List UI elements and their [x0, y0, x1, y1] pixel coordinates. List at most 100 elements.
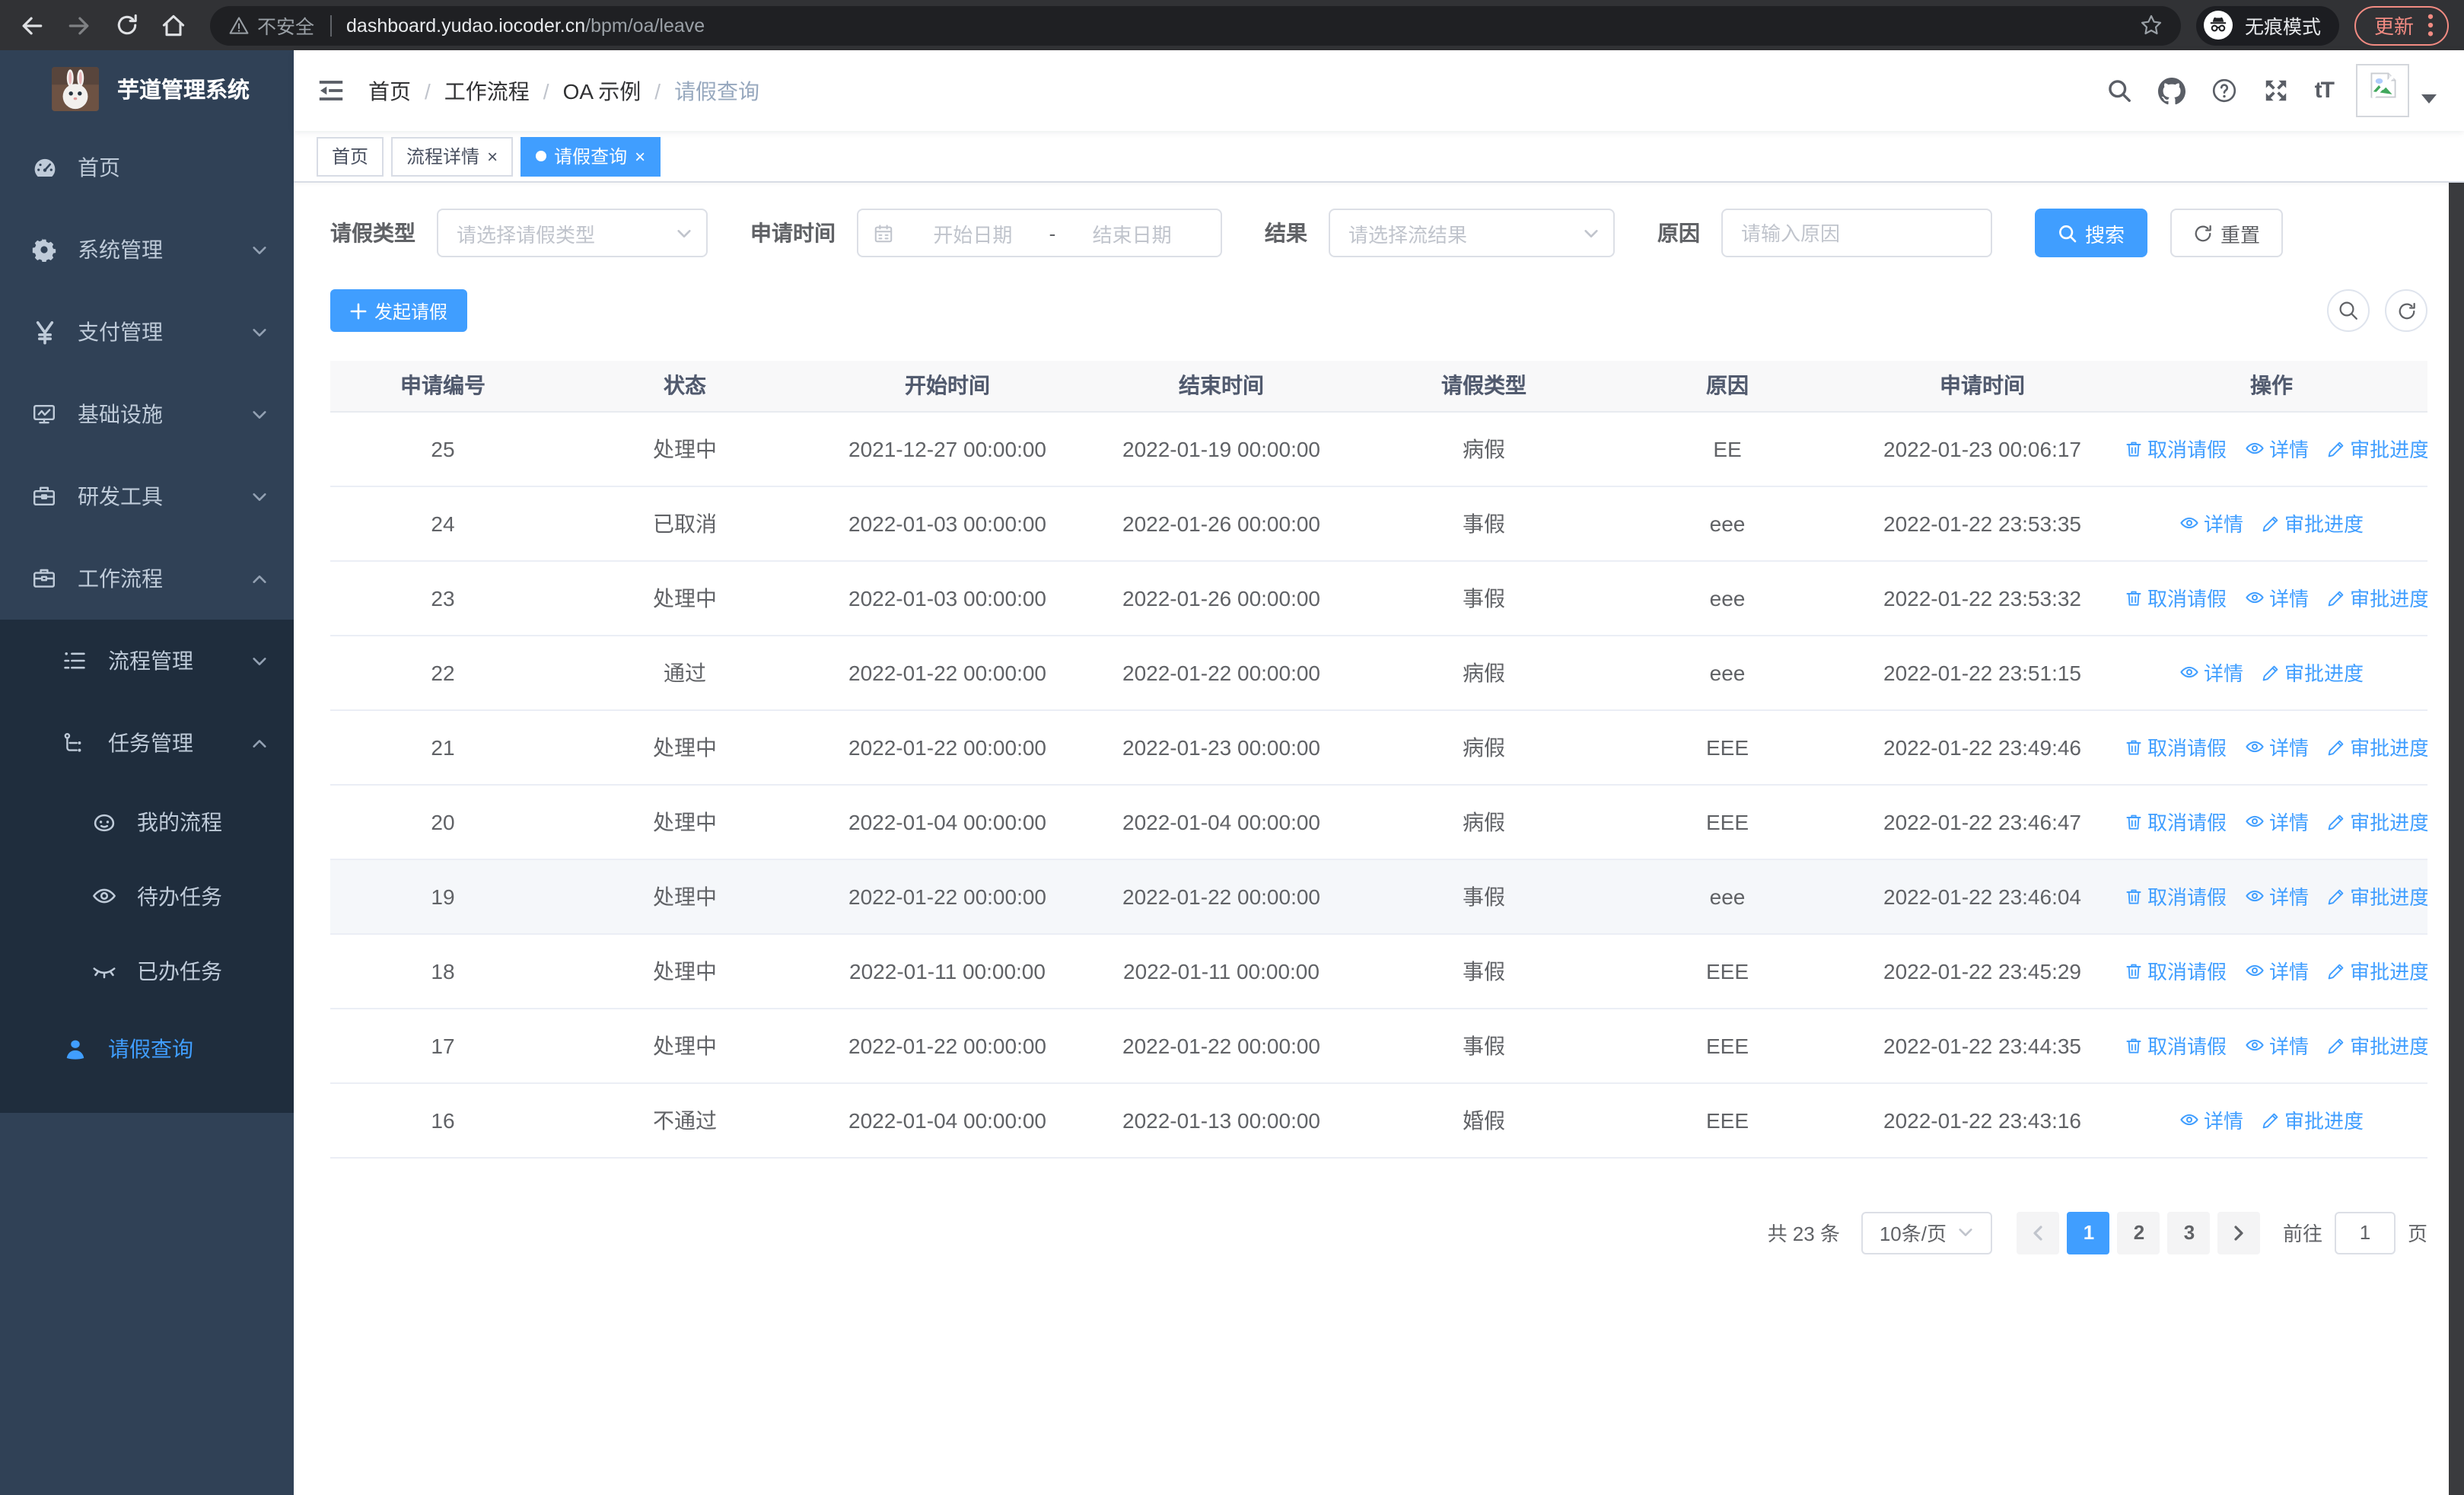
sidebar-item-payment[interactable]: 支付管理 [0, 291, 294, 373]
sidebar-item-workflow[interactable]: 工作流程 [0, 537, 294, 620]
sidebar-item-devtools[interactable]: 研发工具 [0, 455, 294, 537]
search-icon[interactable] [2106, 78, 2132, 104]
close-icon[interactable]: × [635, 147, 645, 165]
cancel-leave-link[interactable]: 取消请假 [2125, 584, 2227, 613]
chevron-down-icon[interactable] [2421, 94, 2437, 103]
prev-page-button[interactable] [2017, 1211, 2060, 1254]
cancel-leave-link[interactable]: 取消请假 [2125, 808, 2227, 837]
address-bar[interactable]: 不安全 dashboard.yudao.iocoder.cn/bpm/oa/le… [210, 5, 2181, 45]
chevron-right-icon [2230, 1223, 2249, 1242]
detail-link[interactable]: 详情 [2179, 508, 2243, 537]
approval-progress-link[interactable]: 审批进度 [2327, 882, 2427, 911]
font-size-icon[interactable]: tT [2315, 78, 2335, 104]
detail-link[interactable]: 详情 [2245, 1031, 2309, 1060]
insecure-label[interactable]: 不安全 [257, 11, 314, 40]
approval-progress-link[interactable]: 审批进度 [2327, 584, 2427, 613]
bookmark-star-icon[interactable] [2140, 14, 2163, 37]
warning-icon [228, 14, 250, 36]
cancel-leave-link-label: 取消请假 [2147, 737, 2227, 760]
detail-link[interactable]: 详情 [2245, 434, 2309, 463]
detail-link[interactable]: 详情 [2179, 1105, 2243, 1134]
cell-reason: EE [1606, 411, 1849, 486]
approval-progress-link[interactable]: 审批进度 [2327, 733, 2427, 762]
cell-status: 处理中 [556, 933, 814, 1009]
sidebar-item-task-mgmt[interactable]: 任务管理 [0, 702, 294, 784]
browser-update-menu[interactable]: 更新 [2354, 5, 2449, 45]
page-size-select[interactable]: 10条/页 [1861, 1211, 1992, 1254]
apply-time-range-picker[interactable]: 开始日期 - 结束日期 [857, 209, 1222, 257]
sidebar-item-label: 我的流程 [137, 809, 222, 834]
sidebar-item-leave-query[interactable]: 请假查询 [0, 1008, 294, 1090]
approval-progress-link[interactable]: 审批进度 [2262, 658, 2364, 687]
cell-end: 2022-01-04 00:00:00 [1081, 784, 1362, 859]
avatar[interactable] [2356, 64, 2409, 117]
breadcrumb-item[interactable]: 首页 [368, 75, 411, 106]
cancel-leave-link-label: 取消请假 [2147, 811, 2227, 835]
toggle-search-button[interactable] [2327, 289, 2370, 332]
cell-status: 处理中 [556, 784, 814, 859]
approval-progress-link[interactable]: 审批进度 [2262, 1106, 2364, 1135]
approval-progress-link[interactable]: 审批进度 [2327, 435, 2427, 464]
pagination: 共 23 条 10条/页 123 前往 页 [330, 1211, 2427, 1254]
cell-end: 2022-01-11 00:00:00 [1081, 933, 1362, 1009]
breadcrumb-item[interactable]: 工作流程 [444, 75, 530, 106]
detail-link[interactable]: 详情 [2245, 807, 2309, 836]
collapse-sidebar-icon[interactable] [317, 76, 345, 105]
reason-input[interactable] [1721, 209, 1992, 257]
refresh-table-button[interactable] [2385, 289, 2427, 332]
sidebar-item-infra[interactable]: 基础设施 [0, 373, 294, 455]
approval-progress-link[interactable]: 审批进度 [2327, 808, 2427, 837]
detail-link[interactable]: 详情 [2245, 583, 2309, 612]
cancel-leave-link[interactable]: 取消请假 [2125, 882, 2227, 911]
approval-progress-link[interactable]: 审批进度 [2327, 1031, 2427, 1060]
cancel-leave-link-label: 取消请假 [2147, 588, 2227, 611]
workflow-case-icon [30, 566, 58, 591]
reset-button[interactable]: 重置 [2170, 209, 2284, 257]
result-select[interactable]: 请选择流结果 [1329, 209, 1615, 257]
breadcrumb-item[interactable]: OA 示例 [563, 75, 641, 106]
detail-link[interactable]: 详情 [2179, 658, 2243, 687]
goto-page-input[interactable] [2334, 1211, 2396, 1254]
sidebar-item-my-process[interactable]: 我的流程 [0, 784, 294, 859]
browser-back-icon[interactable] [12, 5, 52, 45]
next-page-button[interactable] [2217, 1211, 2261, 1254]
browser-menu-icon[interactable] [2427, 14, 2434, 37]
page-button-1[interactable]: 1 [2067, 1211, 2110, 1254]
cell-id: 21 [330, 709, 556, 785]
sidebar-item-system[interactable]: 系统管理 [0, 209, 294, 291]
tab-process-detail[interactable]: 流程详情 × [391, 136, 514, 176]
leave-type-select[interactable]: 请选择请假类型 [437, 209, 708, 257]
cancel-leave-link[interactable]: 取消请假 [2125, 957, 2227, 986]
sidebar-item-todo-tasks[interactable]: 待办任务 [0, 859, 294, 933]
github-icon[interactable] [2157, 77, 2185, 104]
browser-forward-icon[interactable] [59, 5, 99, 45]
approval-progress-link[interactable]: 审批进度 [2262, 509, 2364, 538]
sidebar-item-process-mgmt[interactable]: 流程管理 [0, 620, 294, 702]
sidebar-item-home[interactable]: 首页 [0, 126, 294, 209]
fullscreen-icon[interactable] [2263, 78, 2289, 104]
sidebar-item-done-tasks[interactable]: 已办任务 [0, 933, 294, 1008]
page-button-2[interactable]: 2 [2117, 1211, 2160, 1254]
cancel-leave-link[interactable]: 取消请假 [2125, 435, 2227, 464]
help-icon[interactable] [2211, 78, 2237, 104]
gear-icon [30, 237, 58, 262]
yen-icon [30, 319, 58, 345]
create-leave-button[interactable]: 发起请假 [330, 289, 468, 332]
chevron-down-icon [1957, 1224, 1974, 1241]
cancel-leave-link[interactable]: 取消请假 [2125, 1031, 2227, 1060]
tab-leave-query[interactable]: 请假查询 × [520, 136, 661, 176]
sidebar-item-label: 首页 [78, 155, 120, 180]
page-button-3[interactable]: 3 [2167, 1211, 2211, 1254]
detail-link[interactable]: 详情 [2245, 956, 2309, 985]
search-button[interactable]: 搜索 [2035, 209, 2148, 257]
update-label[interactable]: 更新 [2374, 11, 2414, 40]
tab-home[interactable]: 首页 [317, 136, 384, 176]
close-icon[interactable]: × [487, 147, 498, 165]
approval-progress-link[interactable]: 审批进度 [2327, 957, 2427, 986]
detail-link[interactable]: 详情 [2245, 732, 2309, 761]
window-scrollbar[interactable] [2449, 50, 2464, 1495]
detail-link[interactable]: 详情 [2245, 881, 2309, 910]
browser-home-icon[interactable] [154, 5, 193, 45]
cancel-leave-link[interactable]: 取消请假 [2125, 733, 2227, 762]
browser-reload-icon[interactable] [107, 5, 146, 45]
